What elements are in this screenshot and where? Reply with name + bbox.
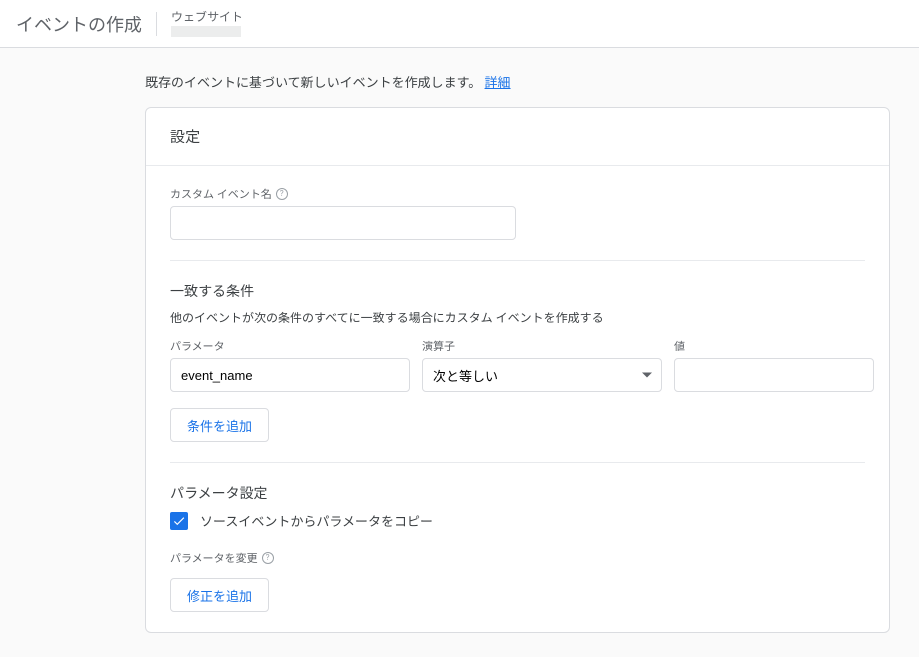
header-context: ウェブサイト: [171, 10, 243, 36]
add-condition-button[interactable]: 条件を追加: [170, 408, 269, 442]
condition-row: パラメータ 演算子 値: [170, 338, 865, 392]
page-title: イベントの作成: [16, 11, 142, 37]
operator-label: 演算子: [422, 338, 662, 354]
modify-params-label-text: パラメータを変更: [170, 550, 258, 566]
learn-more-link[interactable]: 詳細: [485, 76, 511, 91]
conditions-title: 一致する条件: [170, 281, 865, 301]
condition-operator-select[interactable]: [422, 358, 662, 392]
param-label: パラメータ: [170, 338, 410, 354]
add-modification-button[interactable]: 修正を追加: [170, 578, 269, 612]
help-icon[interactable]: ?: [262, 552, 274, 564]
condition-param-input[interactable]: [170, 358, 410, 392]
page-header: イベントの作成 ウェブサイト: [0, 0, 919, 48]
custom-event-label-text: カスタム イベント名: [170, 186, 272, 202]
custom-event-label: カスタム イベント名 ?: [170, 186, 865, 202]
condition-operator-value[interactable]: [422, 358, 662, 392]
header-subtitle: ウェブサイト: [171, 10, 243, 24]
condition-value-input[interactable]: [674, 358, 874, 392]
card-title: 設定: [170, 128, 200, 146]
card-header: 設定: [146, 108, 889, 166]
conditions-desc: 他のイベントが次の条件のすべてに一致する場合にカスタム イベントを作成する: [170, 309, 865, 326]
help-icon[interactable]: ?: [276, 188, 288, 200]
value-label: 値: [674, 338, 874, 354]
header-divider: [156, 12, 157, 36]
settings-card: 設定 カスタム イベント名 ? 一致する条件 他のイベントが次の条件のすべてに一…: [145, 107, 890, 633]
custom-event-name-input[interactable]: [170, 206, 516, 240]
copy-params-checkbox[interactable]: [170, 512, 188, 530]
intro-body: 既存のイベントに基づいて新しいイベントを作成します。: [145, 76, 481, 91]
param-settings-title: パラメータ設定: [170, 483, 865, 503]
header-redacted: [171, 26, 241, 37]
copy-params-label: ソースイベントからパラメータをコピー: [200, 511, 433, 530]
intro-text: 既存のイベントに基づいて新しいイベントを作成します。 詳細: [145, 72, 919, 107]
modify-params-label: パラメータを変更 ?: [170, 550, 865, 566]
check-icon: [172, 514, 186, 528]
